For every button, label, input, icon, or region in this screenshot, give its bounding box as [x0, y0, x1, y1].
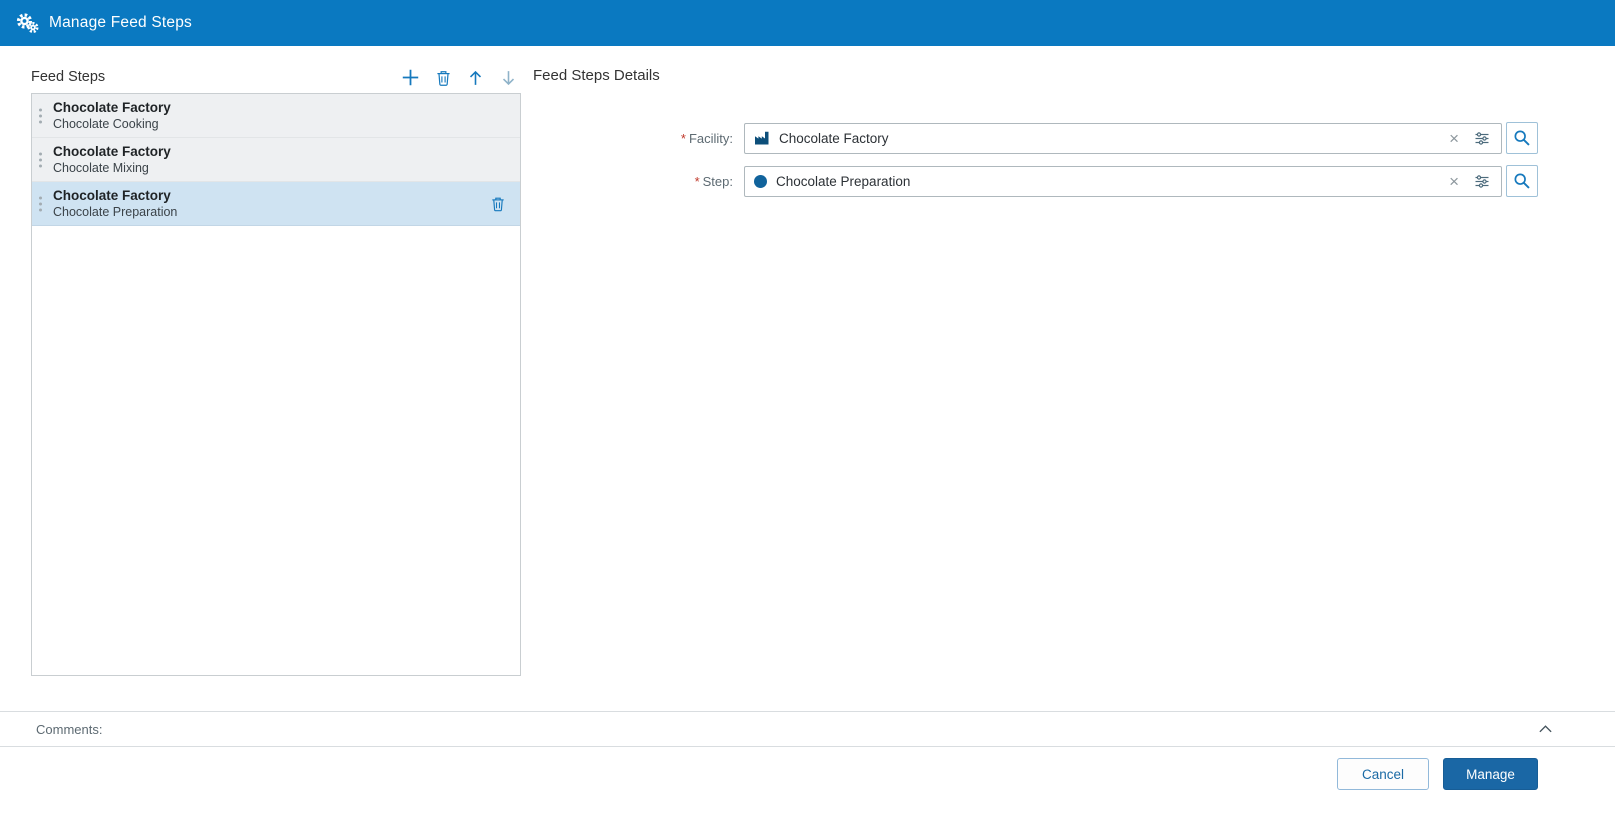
gears-icon — [15, 12, 39, 34]
required-asterisk: * — [694, 173, 700, 189]
delete-step-button[interactable] — [435, 68, 452, 88]
feed-steps-list: Chocolate Factory Chocolate Cooking Choc… — [31, 93, 521, 676]
item-title: Chocolate Factory — [53, 188, 171, 203]
move-up-button[interactable] — [466, 68, 485, 88]
step-input[interactable]: Chocolate Preparation × — [744, 165, 1502, 197]
browse-list-icon[interactable] — [1474, 131, 1492, 146]
step-label: * Step: — [560, 174, 733, 189]
facility-field-row: * Facility: Chocolate Factory × — [560, 122, 1538, 154]
factory-icon — [754, 131, 770, 145]
comments-label: Comments: — [36, 721, 103, 737]
step-value: Chocolate Preparation — [776, 173, 911, 189]
plus-icon — [401, 68, 420, 87]
add-step-button[interactable] — [400, 67, 421, 88]
magnifier-icon — [1513, 172, 1531, 190]
step-search-button[interactable] — [1506, 165, 1538, 197]
facility-label-text: Facility: — [688, 130, 733, 146]
clear-icon[interactable]: × — [1447, 130, 1461, 147]
item-title: Chocolate Factory — [53, 100, 171, 115]
manage-button[interactable]: Manage — [1443, 758, 1538, 790]
move-down-button[interactable] — [499, 68, 518, 88]
facility-value: Chocolate Factory — [779, 130, 889, 146]
feed-steps-title: Feed Steps — [31, 69, 106, 85]
step-field-row: * Step: Chocolate Preparation × — [560, 165, 1538, 197]
item-title: Chocolate Factory — [53, 144, 171, 159]
list-item-text: Chocolate Factory Chocolate Cooking — [53, 99, 171, 132]
circle-icon — [754, 174, 767, 188]
row-delete-button[interactable] — [491, 195, 505, 212]
chevron-up-icon — [1538, 724, 1553, 734]
titlebar: Manage Feed Steps — [0, 0, 1615, 46]
trash-icon — [491, 195, 505, 212]
drag-handle-icon[interactable] — [39, 196, 42, 211]
magnifier-icon — [1513, 129, 1531, 147]
browse-list-icon[interactable] — [1474, 174, 1492, 189]
step-label-text: Step: — [702, 173, 733, 189]
item-subtitle: Chocolate Cooking — [53, 117, 159, 131]
arrow-down-icon — [500, 69, 517, 87]
details-panel-title: Feed Steps Details — [533, 67, 660, 84]
comments-bar: Comments: — [0, 711, 1615, 747]
manage-feed-steps-window: Manage Feed Steps Feed Steps Chocolate F… — [0, 0, 1615, 826]
facility-search-button[interactable] — [1506, 122, 1538, 154]
arrow-up-icon — [467, 69, 484, 87]
cancel-button[interactable]: Cancel — [1337, 758, 1429, 790]
list-item-text: Chocolate Factory Chocolate Preparation — [53, 187, 177, 220]
trash-icon — [436, 69, 451, 87]
drag-handle-icon[interactable] — [39, 108, 42, 123]
list-item-selected[interactable]: Chocolate Factory Chocolate Preparation — [32, 182, 520, 226]
facility-input[interactable]: Chocolate Factory × — [744, 122, 1502, 154]
item-subtitle: Chocolate Preparation — [53, 205, 178, 219]
list-item[interactable]: Chocolate Factory Chocolate Mixing — [32, 138, 520, 182]
window-title: Manage Feed Steps — [49, 14, 192, 31]
list-item-text: Chocolate Factory Chocolate Mixing — [53, 143, 171, 176]
feed-steps-header: Feed Steps — [31, 60, 521, 90]
collapse-comments-button[interactable] — [1536, 722, 1555, 736]
clear-icon[interactable]: × — [1447, 173, 1461, 190]
facility-label: * Facility: — [560, 131, 733, 146]
required-asterisk: * — [680, 130, 686, 146]
list-item[interactable]: Chocolate Factory Chocolate Cooking — [32, 94, 520, 138]
item-subtitle: Chocolate Mixing — [53, 161, 149, 175]
feed-steps-toolbar — [400, 67, 521, 90]
drag-handle-icon[interactable] — [39, 152, 42, 167]
